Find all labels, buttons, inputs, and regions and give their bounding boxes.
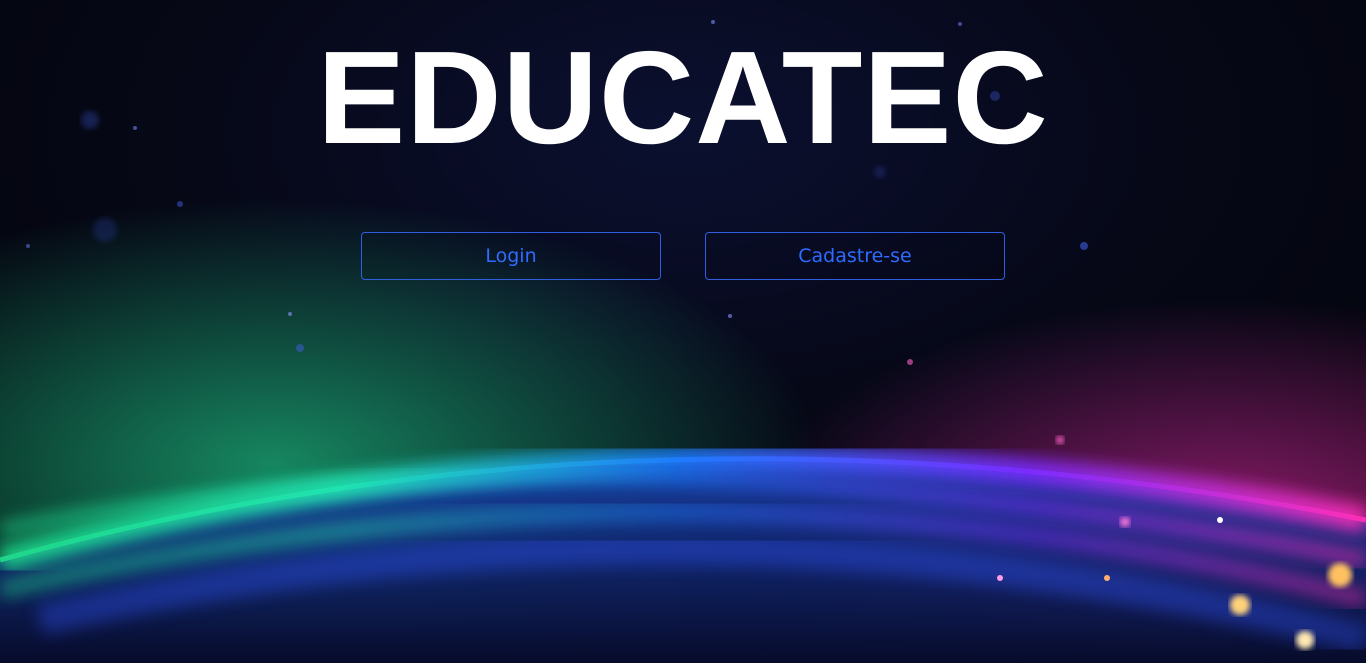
login-button-label: Login	[485, 245, 537, 267]
signup-button[interactable]: Cadastre-se	[705, 232, 1005, 280]
login-button[interactable]: Login	[361, 232, 661, 280]
signup-button-label: Cadastre-se	[798, 245, 912, 267]
landing-page: EDUCATEC Login Cadastre-se	[0, 0, 1366, 663]
app-title: EDUCATEC	[317, 24, 1049, 171]
